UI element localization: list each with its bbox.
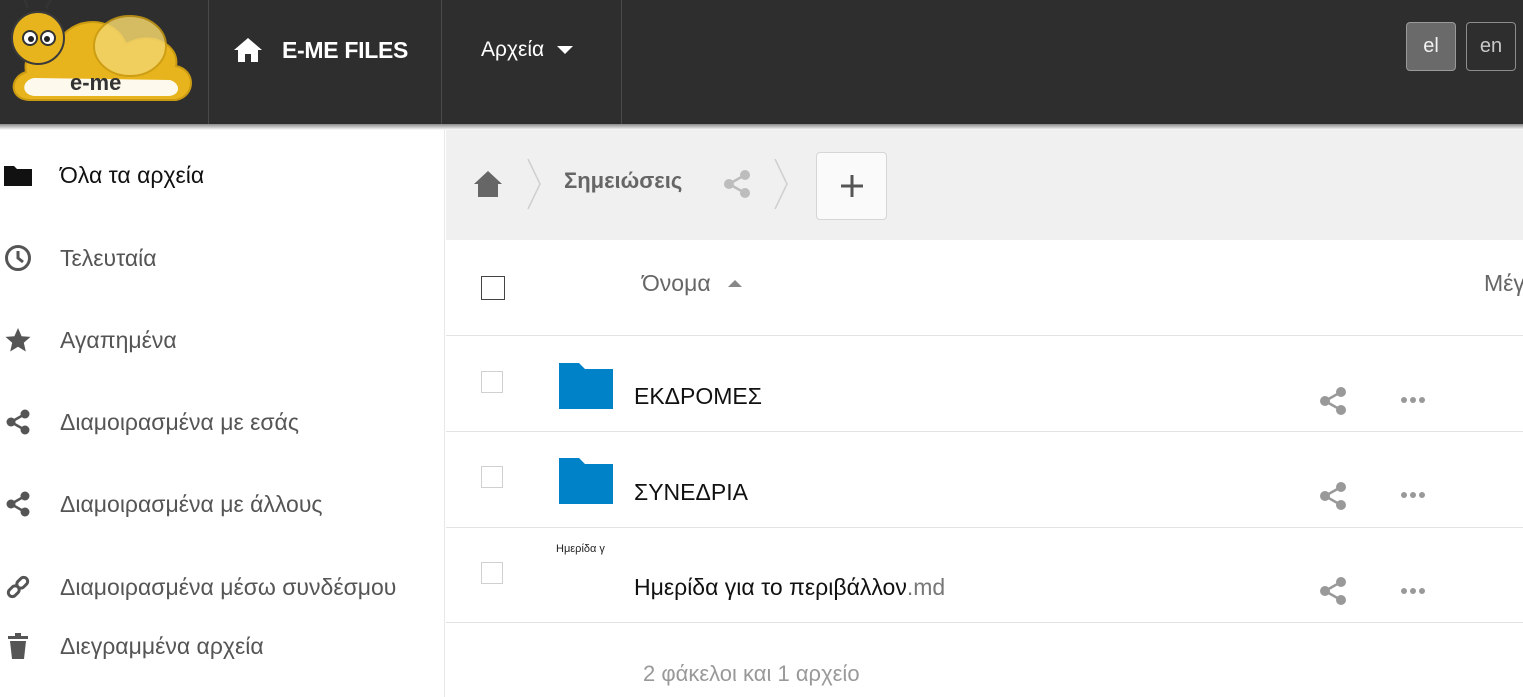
select-all-checkbox[interactable] <box>481 276 505 300</box>
sidebar-item-label: Διεγραμμένα αρχεία <box>60 632 264 659</box>
clock-icon <box>4 244 32 272</box>
sidebar-item-shared-with-you[interactable]: Διαμοιρασμένα με εσάς <box>0 397 445 447</box>
row-checkbox[interactable] <box>481 371 503 393</box>
row-share-button[interactable] <box>1318 481 1348 511</box>
sidebar-item-recent[interactable]: Τελευταία <box>0 233 445 283</box>
sidebar-item-label: Διαμοιρασμένα μέσω συνδέσμου <box>60 573 397 600</box>
file-table-header <box>446 240 1523 336</box>
row-checkbox[interactable] <box>481 466 503 488</box>
sidebar-item-all-files[interactable]: Όλα τα αρχεία <box>0 150 445 200</box>
row-more-actions-button[interactable] <box>1399 581 1429 601</box>
app-title: E-ME FILES <box>282 36 409 63</box>
header-divider <box>621 0 622 124</box>
breadcrumb-home-button[interactable] <box>472 168 504 200</box>
file-preview-thumbnail[interactable]: Ημερίδα γ <box>556 543 614 601</box>
breadcrumb-separator-icon <box>774 158 788 210</box>
language-el-button[interactable]: el <box>1406 22 1456 71</box>
file-count-summary: 2 φάκελοι και 1 αρχείο <box>643 661 860 686</box>
column-name-label: Όνομα <box>642 270 711 296</box>
file-name[interactable]: ΕΚΔΡΟΜΕΣ <box>634 383 762 410</box>
share-icon <box>724 170 750 198</box>
caret-down-icon <box>557 46 574 54</box>
home-icon <box>474 171 502 197</box>
sidebar-item-label: Τελευταία <box>60 244 157 271</box>
link-icon <box>4 573 32 601</box>
sidebar-item-label: Διαμοιρασμένα με εσάς <box>60 408 299 435</box>
share-icon <box>4 408 32 436</box>
file-name[interactable]: ΣΥΝΕΔΡΙΑ <box>634 479 748 506</box>
sidebar-item-deleted-files[interactable]: Διεγραμμένα αρχεία <box>0 621 445 671</box>
file-extension: .md <box>906 574 946 600</box>
file-name[interactable]: Ημερίδα για το περιβάλλον.md <box>634 574 945 601</box>
home-icon <box>234 38 262 62</box>
sidebar-item-shared-with-others[interactable]: Διαμοιρασμένα με άλλους <box>0 479 445 529</box>
breadcrumb-separator-icon <box>527 158 541 210</box>
breadcrumb-current-folder[interactable]: Σημειώσεις <box>564 168 682 194</box>
ellipsis-icon <box>1401 397 1425 403</box>
share-icon <box>1320 482 1346 510</box>
file-basename: Ημερίδα για το περιβάλλον <box>634 574 907 600</box>
ellipsis-icon <box>1401 492 1425 498</box>
sidebar-item-label: Αγαπημένα <box>60 326 177 353</box>
new-item-button[interactable] <box>816 152 887 220</box>
sidebar-item-shared-by-link[interactable]: Διαμοιρασμένα μέσω συνδέσμου <box>0 562 445 612</box>
row-more-actions-button[interactable] <box>1399 485 1429 505</box>
row-checkbox[interactable] <box>481 562 503 584</box>
folder-icon[interactable] <box>558 453 614 509</box>
plus-icon <box>840 175 863 197</box>
preview-text: Ημερίδα γ <box>556 543 605 555</box>
trash-icon <box>4 632 32 660</box>
sort-by-name-header[interactable]: Όνομα <box>642 270 743 297</box>
logo-text: e-me <box>70 70 121 95</box>
eme-logo[interactable]: e-me <box>0 0 208 124</box>
row-share-button[interactable] <box>1318 576 1348 606</box>
share-icon <box>1320 577 1346 605</box>
files-menu-dropdown[interactable]: Αρχεία <box>481 34 574 66</box>
home-brand-link[interactable]: E-ME FILES <box>232 34 408 66</box>
header-divider <box>208 0 209 124</box>
top-header <box>0 0 1523 124</box>
language-en-button[interactable]: en <box>1466 22 1516 71</box>
sort-ascending-icon <box>727 280 742 287</box>
sidebar-item-label: Διαμοιρασμένα με άλλους <box>60 490 323 517</box>
ellipsis-icon <box>1401 588 1425 594</box>
folder-icon[interactable] <box>558 358 614 414</box>
header-divider <box>441 0 442 124</box>
row-more-actions-button[interactable] <box>1399 390 1429 410</box>
share-icon <box>4 490 32 518</box>
sidebar-item-label: Όλα τα αρχεία <box>60 161 205 188</box>
sidebar-item-favorites[interactable]: Αγαπημένα <box>0 315 445 365</box>
star-icon <box>4 326 32 354</box>
row-share-button[interactable] <box>1318 386 1348 416</box>
files-menu-label: Αρχεία <box>481 38 545 61</box>
sort-by-size-header[interactable]: Μέγεθος <box>1484 270 1523 297</box>
bee-logo-icon: e-me <box>11 0 192 101</box>
share-icon <box>1320 387 1346 415</box>
folder-share-button[interactable] <box>722 168 752 200</box>
folder-icon <box>4 161 32 189</box>
